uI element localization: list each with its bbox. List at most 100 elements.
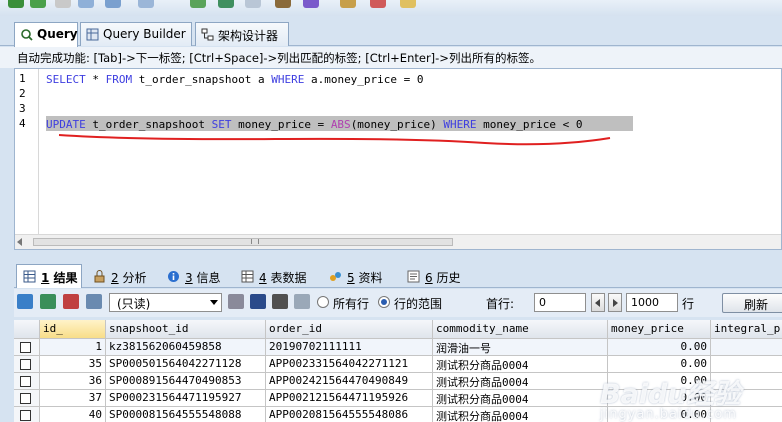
row-checkbox[interactable] <box>20 393 31 404</box>
row-checkbox[interactable] <box>20 359 31 370</box>
next-page-icon[interactable] <box>608 293 622 312</box>
stop-icon[interactable] <box>55 0 71 8</box>
copy-icon[interactable] <box>228 294 244 309</box>
cell-commodity-name[interactable]: 测试积分商品0004 <box>433 373 608 390</box>
cell-id[interactable]: 37 <box>40 390 106 407</box>
cell-snapshoot-id[interactable]: SP000081564555548088 <box>106 407 266 422</box>
cell-money-price[interactable]: 0.00 <box>608 356 711 373</box>
read-only-select[interactable]: (只读) <box>109 293 222 312</box>
tab-schema-designer[interactable]: 架构设计器 <box>195 22 289 46</box>
row-checkbox[interactable] <box>20 376 31 387</box>
radio-row-range[interactable] <box>378 296 390 308</box>
cell-commodity-name[interactable]: 测试积分商品0004 <box>433 407 608 422</box>
cell-id[interactable]: 40 <box>40 407 106 422</box>
column-header-money-price[interactable]: money_price <box>608 320 711 339</box>
first-row-input[interactable]: 0 <box>534 293 586 312</box>
row-selector[interactable] <box>14 390 40 407</box>
horizontal-scrollbar[interactable] <box>15 234 781 249</box>
sql-editor[interactable]: 1 2 3 4 SELECT * FROM t_order_snapshoot … <box>14 68 782 250</box>
execute-all-icon[interactable] <box>30 0 46 8</box>
tab-objects[interactable]: 5 资料 <box>322 264 396 288</box>
radio-all-rows[interactable] <box>317 296 329 308</box>
scroll-thumb[interactable] <box>33 238 453 246</box>
autocomplete-hint: 自动完成功能: [Tab]->下一标签; [Ctrl+Space]->列出匹配的… <box>0 47 782 68</box>
cell-order-id[interactable]: APP002121564471195926 <box>266 390 433 407</box>
cell-integral-price[interactable] <box>711 339 782 356</box>
tab-table-data-label: 表数据 <box>270 271 307 285</box>
baidu-watermark-logo: Baidu经验 jingyan.baidu.com <box>600 379 741 422</box>
refresh-icon[interactable] <box>218 0 234 8</box>
format-icon[interactable] <box>78 0 94 8</box>
tab-profile-label: 分析 <box>122 271 147 285</box>
column-header-integral-price[interactable]: integral_p <box>711 320 782 339</box>
execute-icon[interactable] <box>8 0 24 8</box>
result-tab-bar: 1 结果 2 分析 3 信息 4 表数据 5 资料 6 历史 <box>14 264 782 288</box>
tab-query-builder[interactable]: Query Builder <box>80 22 192 46</box>
delete-row-icon[interactable] <box>63 294 79 309</box>
cell-id[interactable]: 36 <box>40 373 106 390</box>
radio-row-range-label: 行的范围 <box>394 297 443 311</box>
cell-commodity-name[interactable]: 润滑油一号 <box>433 339 608 356</box>
cell-money-price[interactable]: 0.00 <box>608 339 711 356</box>
tab-history[interactable]: 6 历史 <box>400 264 470 288</box>
row-selector[interactable] <box>14 407 40 422</box>
tab-schema-designer-label: 架构设计器 <box>218 29 279 43</box>
cell-id[interactable]: 35 <box>40 356 106 373</box>
row-count-input[interactable]: 1000 <box>626 293 678 312</box>
export-data-icon[interactable] <box>86 294 102 309</box>
trash-icon[interactable] <box>272 294 288 309</box>
scroll-left-icon[interactable] <box>17 238 22 246</box>
column-header-commodity-name[interactable]: commodity_name <box>433 320 608 339</box>
export-icon[interactable] <box>400 0 416 8</box>
save-icon[interactable] <box>250 294 266 309</box>
cell-integral-price[interactable] <box>711 356 782 373</box>
cell-order-id[interactable]: APP002421564470490849 <box>266 373 433 390</box>
user-icon[interactable] <box>275 0 291 8</box>
insert-row-icon[interactable] <box>17 294 33 309</box>
tab-objects-label: 资料 <box>358 271 383 285</box>
previous-page-icon[interactable] <box>591 293 605 312</box>
row-selector[interactable] <box>14 373 40 390</box>
red-underline-annotation <box>58 134 611 146</box>
refresh-button[interactable]: 刷新 <box>722 293 782 313</box>
row-selector[interactable] <box>14 356 40 373</box>
tab-table-data[interactable]: 4 表数据 <box>234 264 318 288</box>
row-checkbox[interactable] <box>20 342 31 353</box>
query-builder-icon <box>86 28 99 41</box>
key-icon[interactable] <box>340 0 356 8</box>
column-header-order-id[interactable]: order_id <box>266 320 433 339</box>
check-icon[interactable] <box>190 0 206 8</box>
cell-commodity-name[interactable]: 测试积分商品0004 <box>433 390 608 407</box>
schema-designer-icon <box>201 28 214 41</box>
table-icon[interactable] <box>105 0 121 8</box>
column-header-snapshoot-id[interactable]: snapshoot_id <box>106 320 266 339</box>
cell-snapshoot-id[interactable]: SP000231564471195927 <box>106 390 266 407</box>
tab-history-label: 历史 <box>436 271 461 285</box>
row-checkbox[interactable] <box>20 410 31 421</box>
tab-result-label: 结果 <box>53 271 78 285</box>
cell-order-id[interactable]: APP002081564555548086 <box>266 407 433 422</box>
info-icon <box>168 271 179 282</box>
table-row[interactable]: 35 SP000501564042271128 APP0023315640422… <box>14 356 782 373</box>
cell-commodity-name[interactable]: 测试积分商品0004 <box>433 356 608 373</box>
read-only-select-value: (只读) <box>117 297 151 311</box>
tab-profile[interactable]: 2 分析 <box>86 264 156 288</box>
table-row[interactable]: 1 kz381562060459858 20190702111111 润滑油一号… <box>14 339 782 356</box>
cell-snapshoot-id[interactable]: kz381562060459858 <box>106 339 266 356</box>
tab-info[interactable]: 3 信息 <box>160 264 230 288</box>
cell-id[interactable]: 1 <box>40 339 106 356</box>
filter-icon[interactable] <box>294 294 310 309</box>
tab-query[interactable]: Query <box>14 22 78 47</box>
cell-snapshoot-id[interactable]: SP000501564042271128 <box>106 356 266 373</box>
cell-snapshoot-id[interactable]: SP000891564470490853 <box>106 373 266 390</box>
cell-order-id[interactable]: 20190702111111 <box>266 339 433 356</box>
column-header-id[interactable]: id_ <box>40 320 106 339</box>
window-icon[interactable] <box>245 0 261 8</box>
tab-result[interactable]: 1 结果 <box>16 264 82 288</box>
backup-icon[interactable] <box>303 0 319 8</box>
grid-icon[interactable] <box>138 0 154 8</box>
import-icon[interactable] <box>370 0 386 8</box>
row-selector[interactable] <box>14 339 40 356</box>
cell-order-id[interactable]: APP002331564042271121 <box>266 356 433 373</box>
save-row-icon[interactable] <box>40 294 56 309</box>
